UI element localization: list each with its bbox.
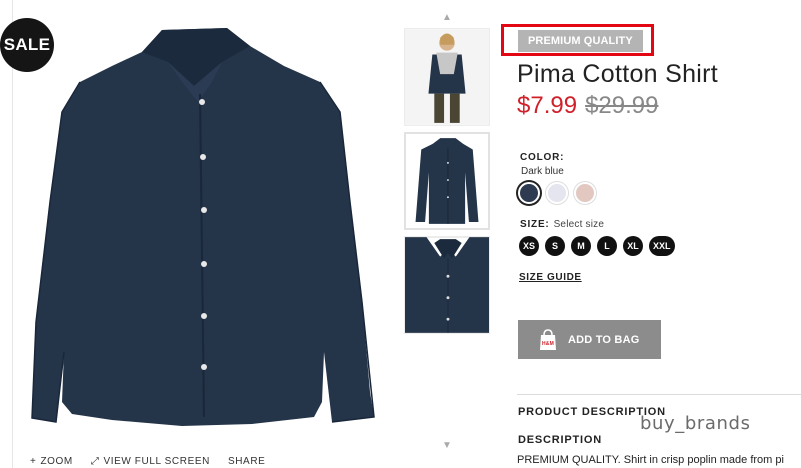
add-to-bag-label: ADD TO BAG xyxy=(568,333,640,346)
size-option-m[interactable]: M xyxy=(571,236,592,256)
size-label: SIZE: xyxy=(520,219,550,230)
watermark: buy_brands xyxy=(640,413,751,434)
thumbnails-down-arrow-icon[interactable]: ▼ xyxy=(442,440,452,451)
swatch-light-pink[interactable] xyxy=(574,182,596,204)
size-option-s[interactable]: S xyxy=(545,236,566,256)
description-text: PREMIUM QUALITY. Shirt in crisp poplin m… xyxy=(517,454,784,466)
size-option-xxl[interactable]: XXL xyxy=(649,236,675,256)
swatch-dark-blue[interactable] xyxy=(518,182,540,204)
size-row: SIZE: Select size xyxy=(520,219,604,230)
size-option-xs[interactable]: XS xyxy=(519,236,540,256)
sale-badge: SALE xyxy=(0,18,54,72)
share-button[interactable]: SHARE xyxy=(228,456,265,467)
thumbnail-shirt-front[interactable] xyxy=(404,132,490,230)
sale-price: $7.99 xyxy=(517,92,578,119)
color-swatches xyxy=(518,182,596,204)
zoom-label: ZOOM xyxy=(40,456,73,467)
color-value: Dark blue xyxy=(521,166,564,177)
shopping-bag-icon: H&M xyxy=(540,328,556,350)
size-hint: Select size xyxy=(553,219,605,230)
swatch-light-lavender[interactable] xyxy=(546,182,568,204)
price-row: $7.99 $29.99 xyxy=(517,92,658,120)
left-border xyxy=(12,0,13,468)
share-label: SHARE xyxy=(227,456,266,467)
size-guide-link[interactable]: SIZE GUIDE xyxy=(519,272,582,283)
fullscreen-label: VIEW FULL SCREEN xyxy=(103,456,210,467)
plus-icon: + xyxy=(30,456,37,467)
zoom-button[interactable]: + ZOOM xyxy=(30,456,73,467)
thumbnail-model[interactable] xyxy=(404,28,490,126)
product-title: Pima Cotton Shirt xyxy=(517,60,719,88)
main-product-image[interactable] xyxy=(22,22,384,442)
expand-icon: ⤢ xyxy=(90,456,100,467)
fullscreen-button[interactable]: ⤢ VIEW FULL SCREEN xyxy=(91,456,210,467)
size-option-l[interactable]: L xyxy=(597,236,618,256)
original-price: $29.99 xyxy=(585,92,659,119)
bag-logo-text: H&M xyxy=(542,341,554,347)
section-divider xyxy=(517,394,801,395)
size-option-xl[interactable]: XL xyxy=(623,236,644,256)
color-label: COLOR: xyxy=(520,152,565,163)
thumbnail-list xyxy=(404,28,490,340)
description-heading: DESCRIPTION xyxy=(518,434,602,446)
thumbnails-up-arrow-icon[interactable]: ▲ xyxy=(442,12,452,23)
size-options: XS S M L XL XXL xyxy=(519,236,675,256)
image-tools: + ZOOM ⤢ VIEW FULL SCREEN SHARE xyxy=(30,456,265,467)
sale-badge-label: SALE xyxy=(3,35,51,54)
add-to-bag-button[interactable]: H&M ADD TO BAG xyxy=(518,320,661,359)
premium-quality-tag: PREMIUM QUALITY xyxy=(518,30,643,52)
thumbnail-shirt-detail[interactable] xyxy=(404,236,490,334)
